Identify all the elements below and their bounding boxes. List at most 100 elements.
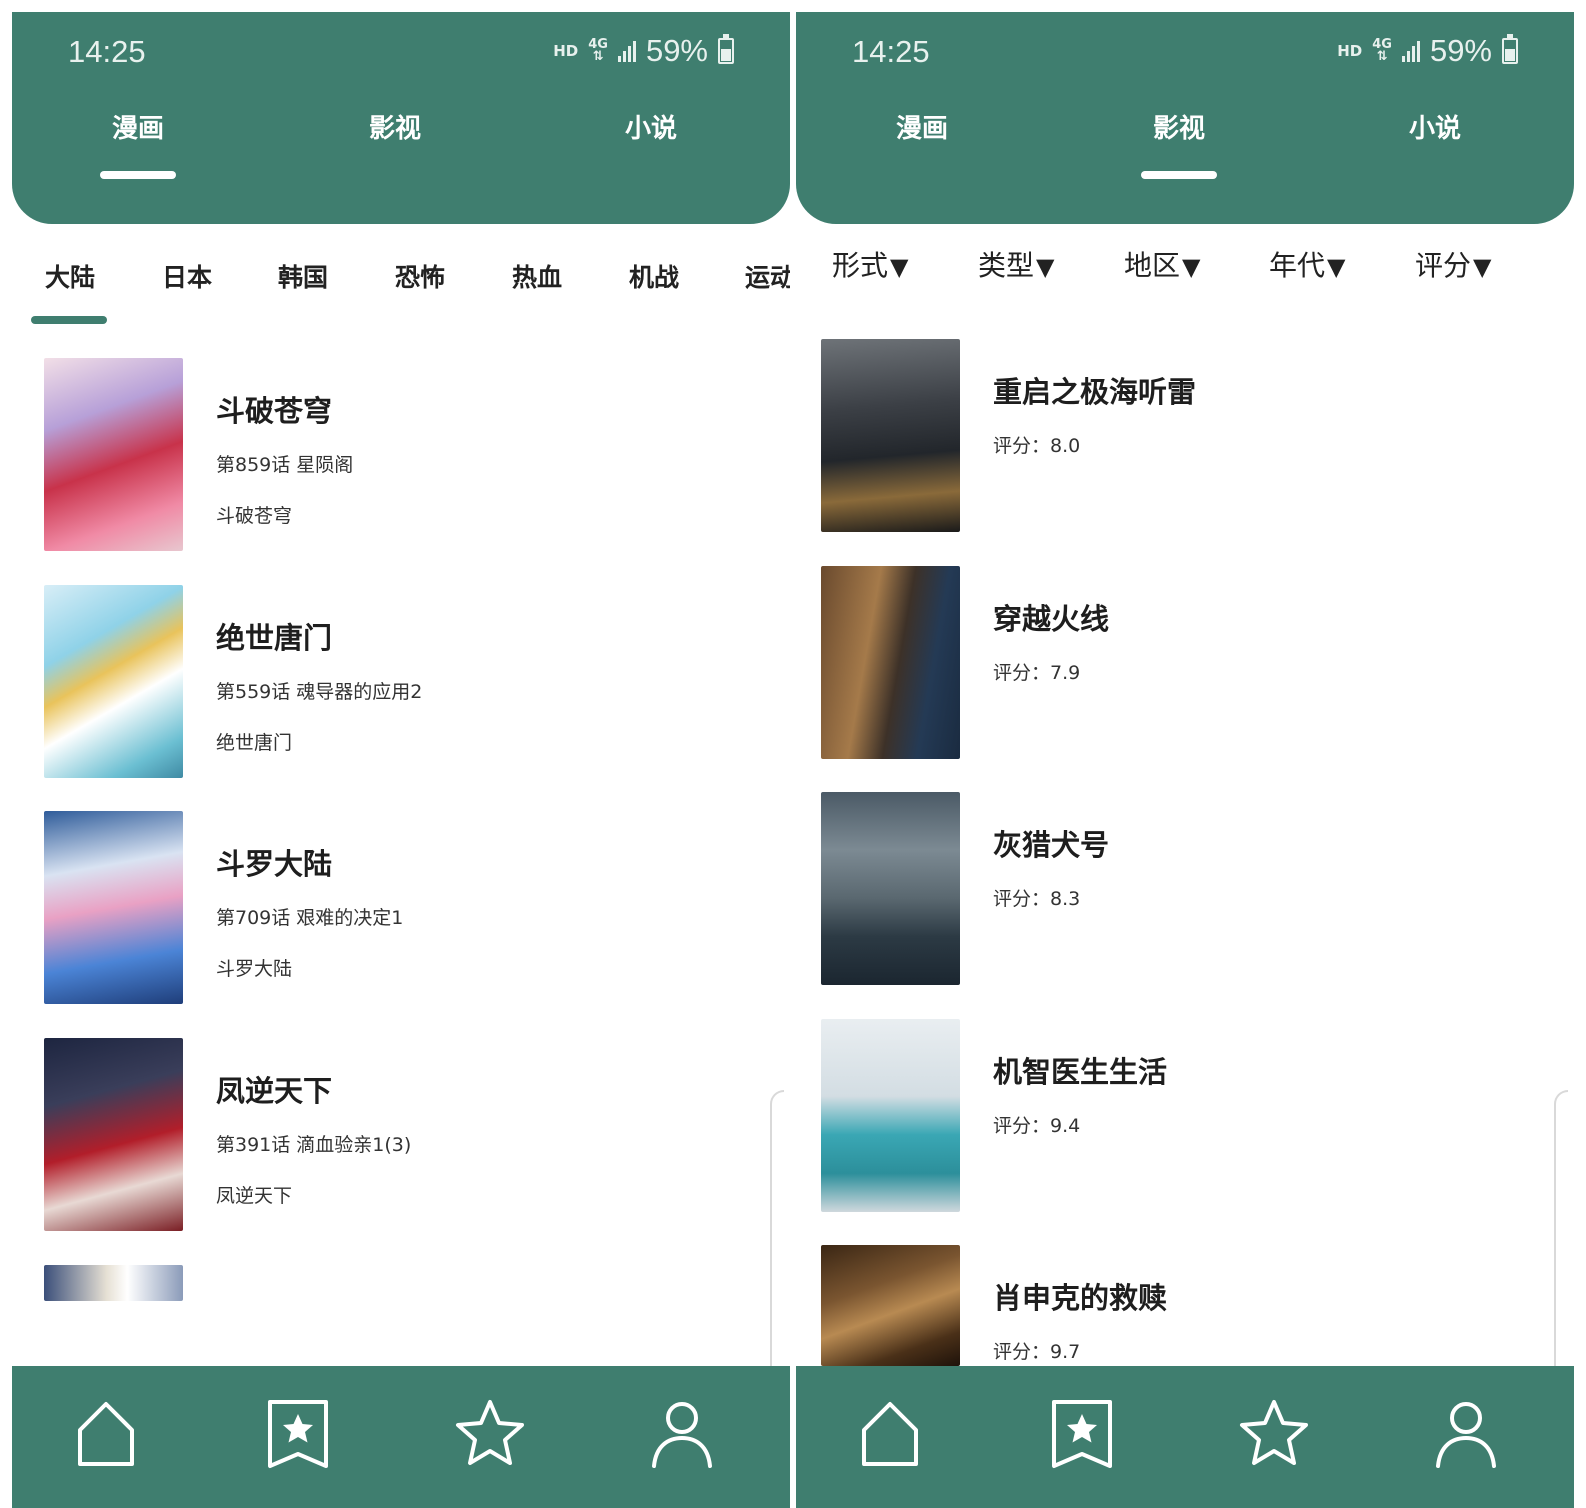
- item-subtitle: 绝世唐门: [216, 732, 293, 754]
- list-item[interactable]: 绝世唐门 第559话 魂导器的应用2 绝世唐门: [12, 585, 790, 781]
- item-rating: 评分：9.4: [993, 1115, 1081, 1137]
- battery-percent: 59%: [1429, 33, 1492, 68]
- dropdown-arrow-icon: ▼: [1473, 253, 1492, 281]
- item-rating: 评分：8.0: [993, 435, 1081, 457]
- dropdown-arrow-icon: ▼: [1182, 253, 1201, 281]
- item-title: 凤逆天下: [216, 1074, 333, 1108]
- battery-icon: [1502, 34, 1518, 64]
- left-screen: 14:25 HD 4G ⇅ 59% 漫画 影视 小说 大陆 日本 韩国 恐怖 热血…: [12, 0, 790, 1508]
- scroll-edge: [770, 1090, 784, 1390]
- bottom-nav: [12, 1366, 790, 1508]
- item-title: 重启之极海听雷: [993, 375, 1197, 409]
- filter-format[interactable]: 形式▼: [832, 244, 908, 284]
- item-rating: 评分：7.9: [993, 662, 1081, 684]
- scroll-edge: [1554, 1090, 1568, 1390]
- right-screen: 14:25 HD 4G ⇅ 59% 漫画 影视 小说 形式▼ 类型▼ 地区▼ 年代…: [796, 0, 1574, 1508]
- battery-icon: [718, 34, 734, 64]
- movie-poster: [821, 1245, 960, 1366]
- list-item[interactable]: 凤逆天下 第391话 滴血验亲1(3) 凤逆天下: [12, 1038, 790, 1234]
- category-tab-korea[interactable]: 韩国: [278, 258, 328, 294]
- item-title: 肖申克的救赎: [993, 1281, 1168, 1315]
- category-tab-mainland[interactable]: 大陆: [45, 258, 95, 294]
- item-subtitle: 斗罗大陆: [216, 958, 293, 980]
- comic-cover: [44, 1038, 183, 1231]
- network-label: 4G ⇅: [588, 37, 608, 64]
- list-item[interactable]: 肖申克的救赎 评分：9.7: [796, 1245, 1574, 1366]
- top-tab-bar: 漫画 影视 小说: [796, 108, 1574, 188]
- filter-bar: 形式▼ 类型▼ 地区▼ 年代▼ 评分▼: [796, 244, 1574, 304]
- home-icon[interactable]: [850, 1394, 930, 1474]
- app-header: 14:25 HD 4G ⇅ 59% 漫画 影视 小说: [12, 12, 790, 224]
- tab-comics[interactable]: 漫画: [847, 108, 997, 145]
- movie-poster: [821, 1019, 960, 1212]
- tab-video[interactable]: 影视: [1104, 108, 1254, 179]
- category-tab-action[interactable]: 热血: [512, 258, 562, 294]
- user-icon[interactable]: [642, 1394, 722, 1474]
- tab-novels[interactable]: 小说: [576, 108, 726, 145]
- bookmark-star-icon[interactable]: [1042, 1394, 1122, 1474]
- item-title: 斗罗大陆: [216, 847, 333, 881]
- signal-icon: [617, 40, 636, 62]
- list-item[interactable]: 斗破苍穹 第859话 星陨阁 斗破苍穹: [12, 358, 790, 554]
- list-item[interactable]: 斗罗大陆 第709话 艰难的决定1 斗罗大陆: [12, 811, 790, 1007]
- hd-label: HD: [553, 42, 579, 60]
- app-header: 14:25 HD 4G ⇅ 59% 漫画 影视 小说: [796, 12, 1574, 224]
- signal-icon: [1401, 40, 1420, 62]
- dropdown-arrow-icon: ▼: [1327, 253, 1346, 281]
- home-icon[interactable]: [66, 1394, 146, 1474]
- tab-comics[interactable]: 漫画: [63, 108, 213, 179]
- item-subtitle: 斗破苍穹: [216, 505, 293, 527]
- status-indicators: HD 4G ⇅ 59%: [1337, 33, 1518, 68]
- active-category-indicator: [31, 316, 107, 324]
- status-time: 14:25: [68, 34, 146, 69]
- bottom-nav: [796, 1366, 1574, 1508]
- tab-novels[interactable]: 小说: [1360, 108, 1510, 145]
- comic-cover: [44, 811, 183, 1004]
- status-time: 14:25: [852, 34, 930, 69]
- item-title: 斗破苍穹: [216, 394, 333, 428]
- item-chapter: 第859话 星陨阁: [216, 454, 354, 476]
- category-tab-bar: 大陆 日本 韩国 恐怖 热血 机战 运动: [12, 250, 790, 330]
- comic-cover: [44, 1265, 183, 1301]
- item-chapter: 第559话 魂导器的应用2: [216, 681, 423, 703]
- item-title: 穿越火线: [993, 602, 1110, 636]
- list-item[interactable]: 灰猎犬号 评分：8.3: [796, 792, 1574, 988]
- list-item[interactable]: 重启之极海听雷 评分：8.0: [796, 339, 1574, 535]
- user-icon[interactable]: [1426, 1394, 1506, 1474]
- filter-region[interactable]: 地区▼: [1124, 244, 1200, 284]
- movie-poster: [821, 566, 960, 759]
- item-title: 机智医生生活: [993, 1055, 1168, 1089]
- item-rating: 评分：9.7: [993, 1341, 1081, 1363]
- star-icon[interactable]: [450, 1394, 530, 1474]
- star-icon[interactable]: [1234, 1394, 1314, 1474]
- filter-year[interactable]: 年代▼: [1269, 244, 1345, 284]
- tab-video[interactable]: 影视: [320, 108, 470, 145]
- item-chapter: 第709话 艰难的决定1: [216, 907, 404, 929]
- category-tab-horror[interactable]: 恐怖: [395, 258, 445, 294]
- hd-label: HD: [1337, 42, 1363, 60]
- status-indicators: HD 4G ⇅ 59%: [553, 33, 734, 68]
- category-tab-japan[interactable]: 日本: [162, 258, 212, 294]
- dropdown-arrow-icon: ▼: [1036, 253, 1055, 281]
- comic-cover: [44, 358, 183, 551]
- active-tab-indicator: [100, 171, 176, 179]
- item-subtitle: 凤逆天下: [216, 1185, 293, 1207]
- list-item[interactable]: 穿越火线 评分：7.9: [796, 566, 1574, 762]
- movie-poster: [821, 339, 960, 532]
- battery-percent: 59%: [645, 33, 708, 68]
- list-item[interactable]: 机智医生生活 评分：9.4: [796, 1019, 1574, 1215]
- category-tab-sports[interactable]: 运动: [745, 258, 790, 294]
- item-title: 灰猎犬号: [993, 828, 1110, 862]
- active-tab-indicator: [1141, 171, 1217, 179]
- comic-cover: [44, 585, 183, 778]
- category-tab-mecha[interactable]: 机战: [629, 258, 679, 294]
- list-item-partial[interactable]: [12, 1265, 790, 1301]
- filter-genre[interactable]: 类型▼: [978, 244, 1054, 284]
- item-rating: 评分：8.3: [993, 888, 1081, 910]
- movie-poster: [821, 792, 960, 985]
- network-label: 4G ⇅: [1372, 37, 1392, 64]
- bookmark-star-icon[interactable]: [258, 1394, 338, 1474]
- item-chapter: 第391话 滴血验亲1(3): [216, 1134, 412, 1156]
- filter-rating[interactable]: 评分▼: [1415, 244, 1491, 284]
- item-title: 绝世唐门: [216, 621, 333, 655]
